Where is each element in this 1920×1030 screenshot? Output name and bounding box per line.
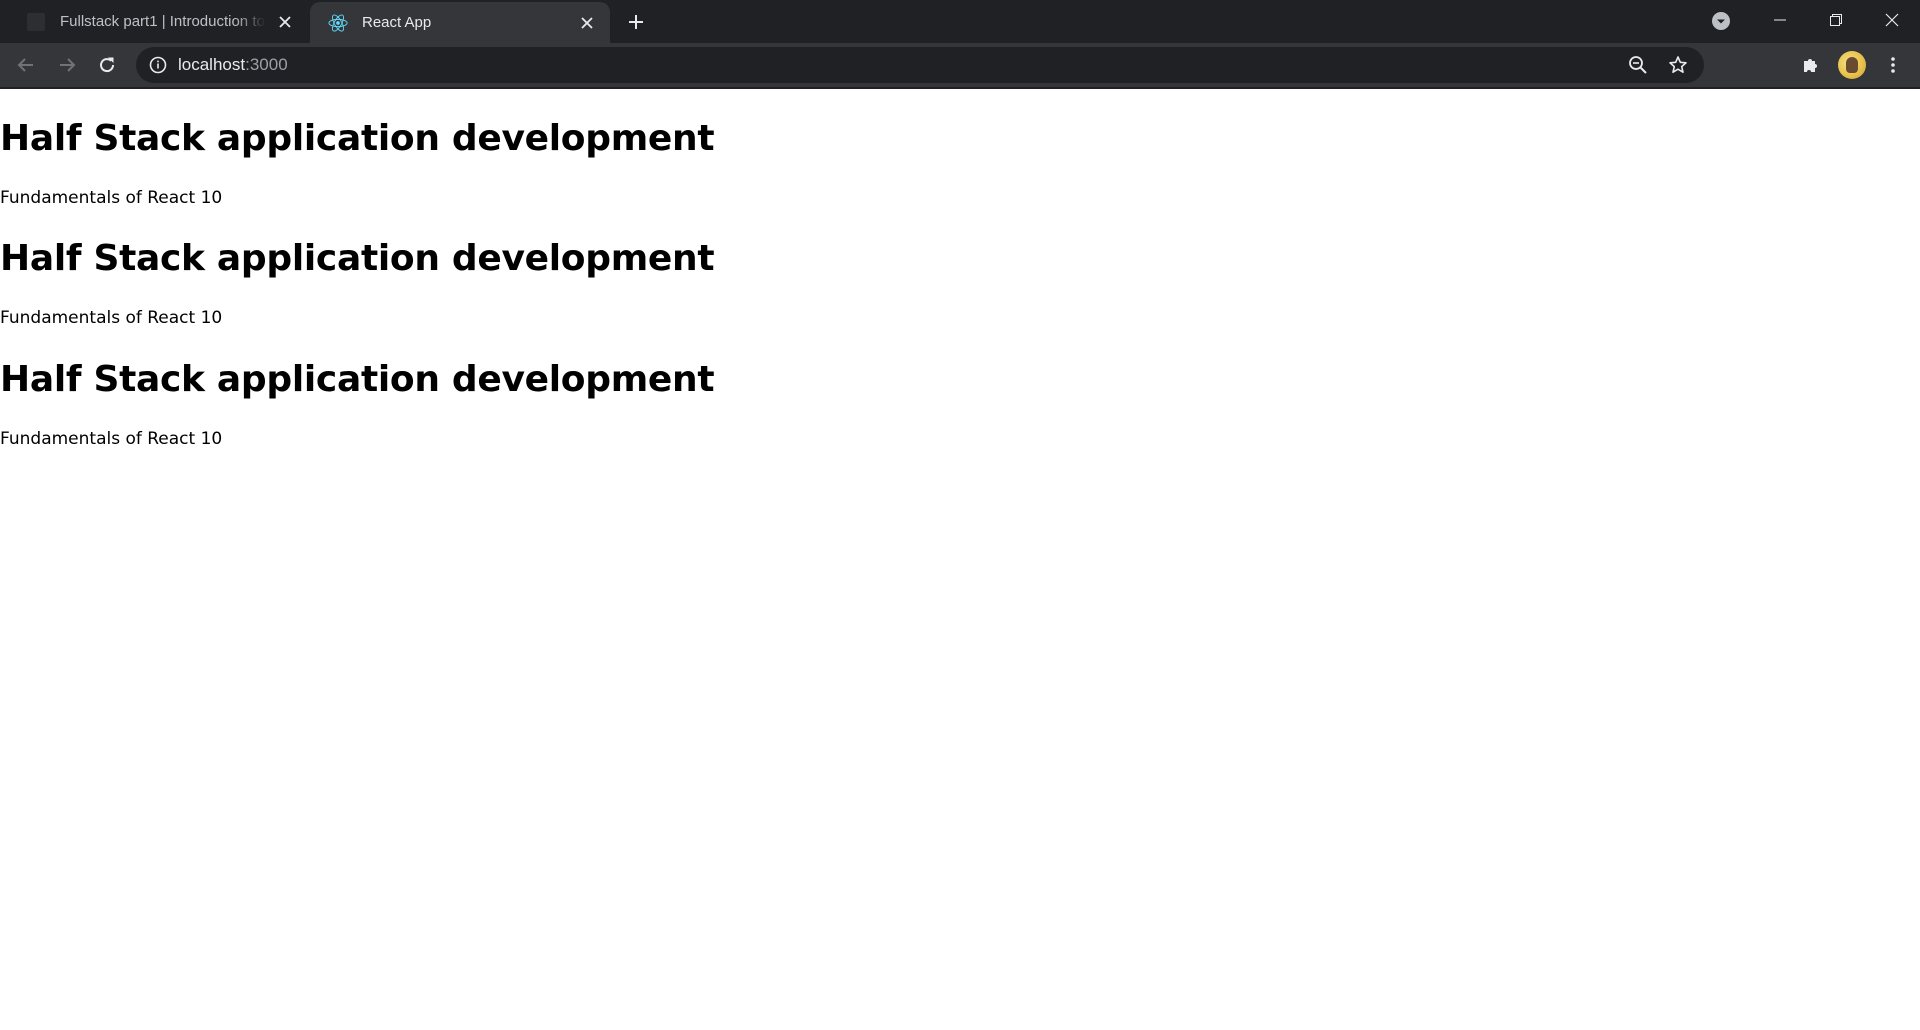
url-port: :3000: [245, 55, 288, 74]
kebab-menu-icon: [1891, 57, 1895, 73]
page-favicon-icon: [26, 12, 46, 32]
plus-icon: [629, 15, 643, 29]
tab-title: React App: [362, 14, 432, 31]
course-heading: Half Stack application development: [0, 238, 715, 279]
close-tab-icon[interactable]: [576, 12, 598, 34]
tab-title: Fullstack part1 | Introduction to React: [60, 13, 266, 30]
arrow-left-icon: [17, 58, 33, 72]
minimize-button[interactable]: [1752, 0, 1808, 40]
omnibox-actions: [1624, 47, 1704, 83]
close-icon: [1885, 13, 1899, 27]
forward-button[interactable]: [53, 51, 81, 79]
restore-icon: [1830, 14, 1842, 26]
url-host: localhost: [178, 55, 246, 74]
reload-icon: [100, 57, 115, 73]
minimize-icon: [1774, 19, 1786, 21]
url-text[interactable]: localhost:3000: [178, 55, 288, 75]
course-part-text: Fundamentals of React 10: [0, 429, 223, 449]
react-atom-icon: [328, 13, 348, 33]
tab-strip: Fullstack part1 | Introduction to React …: [0, 0, 1920, 43]
star-icon[interactable]: [1664, 51, 1692, 79]
new-tab-button[interactable]: [622, 8, 650, 36]
close-tab-icon[interactable]: [274, 11, 296, 33]
page-content: Half Stack application development Funda…: [0, 89, 1920, 1030]
avatar[interactable]: [1838, 51, 1866, 79]
course-heading: Half Stack application development: [0, 118, 715, 159]
course-part-text: Fundamentals of React 10: [0, 188, 223, 208]
menu-button[interactable]: [1879, 51, 1907, 79]
restore-button[interactable]: [1808, 0, 1864, 40]
chevron-down-circle-icon: [1712, 12, 1730, 30]
course-heading: Half Stack application development: [0, 359, 715, 400]
puzzle-icon: [1804, 59, 1817, 72]
browser-toolbar: localhost:3000: [0, 43, 1920, 87]
tab-fullstack[interactable]: Fullstack part1 | Introduction to React: [8, 0, 308, 43]
info-icon[interactable]: [148, 55, 168, 75]
tab-search-button[interactable]: [1709, 9, 1733, 33]
zoom-out-icon[interactable]: [1624, 51, 1652, 79]
browser-window: Fullstack part1 | Introduction to React …: [0, 0, 1920, 1030]
address-bar[interactable]: localhost:3000: [136, 47, 1704, 83]
reload-button[interactable]: [93, 51, 121, 79]
back-button[interactable]: [12, 51, 40, 79]
extensions-button[interactable]: [1797, 51, 1825, 79]
course-part-text: Fundamentals of React 10: [0, 308, 223, 328]
window-controls: [1752, 0, 1920, 40]
tab-react-app[interactable]: React App: [310, 2, 610, 43]
arrow-right-icon: [60, 58, 76, 72]
close-window-button[interactable]: [1864, 0, 1920, 40]
